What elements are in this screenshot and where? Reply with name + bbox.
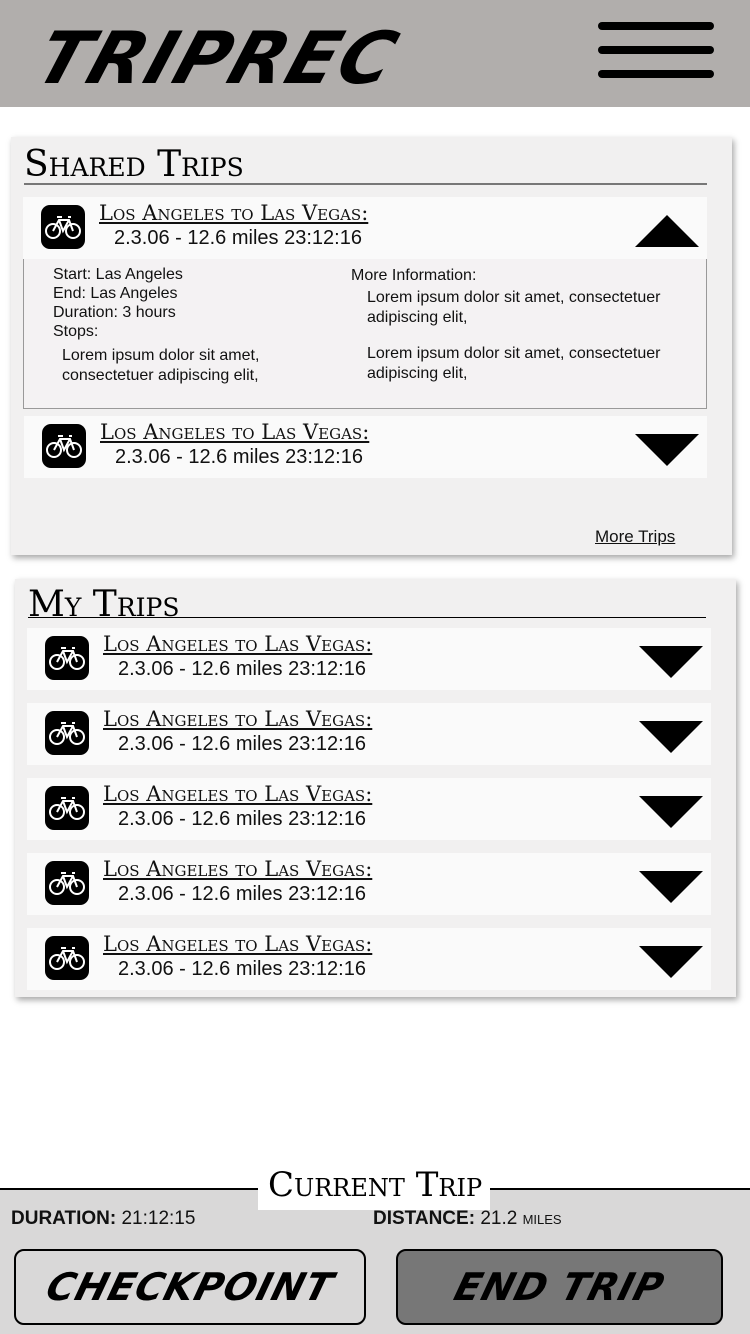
detail-info-text: Lorem ipsum dolor sit amet, consectetuer <box>367 289 661 306</box>
trip-title[interactable]: Los Angeles to Las Vegas: <box>103 932 372 956</box>
bicycle-icon <box>45 786 89 830</box>
duration-value: 21:12:15 <box>121 1208 196 1229</box>
trip-title[interactable]: Los Angeles to Las Vegas: <box>100 420 369 444</box>
trip-meta: 2.3.06 - 12.6 miles 23:12:16 <box>118 733 366 755</box>
trip-meta: 2.3.06 - 12.6 miles 23:12:16 <box>118 958 366 980</box>
detail-stops-text: Lorem ipsum dolor sit amet, <box>62 347 260 364</box>
expand-arrow-icon[interactable] <box>639 796 703 828</box>
my-trip-row[interactable]: Los Angeles to Las Vegas: 2.3.06 - 12.6 … <box>27 703 711 765</box>
end-trip-button[interactable]: END TRIP <box>396 1249 723 1325</box>
current-trip-title: Current Trip <box>268 1165 483 1205</box>
shared-trips-divider <box>24 183 707 185</box>
collapse-arrow-icon[interactable] <box>635 215 699 247</box>
detail-end: End: Las Angeles <box>53 285 178 302</box>
shared-trips-panel: Shared Trips Los Angeles to Las Vegas: 2… <box>11 137 732 555</box>
detail-info-text: Lorem ipsum dolor sit amet, consectetuer <box>367 345 661 362</box>
trip-meta: 2.3.06 - 12.6 miles 23:12:16 <box>118 808 366 830</box>
bicycle-icon <box>45 636 89 680</box>
shared-trip-expanded[interactable]: Los Angeles to Las Vegas: 2.3.06 - 12.6 … <box>23 197 707 259</box>
expand-arrow-icon[interactable] <box>639 721 703 753</box>
trip-meta: 2.3.06 - 12.6 miles 23:12:16 <box>118 658 366 680</box>
trip-title[interactable]: Los Angeles to Las Vegas: <box>103 857 372 881</box>
duration-label: DURATION: <box>11 1208 117 1229</box>
menu-bar <box>598 22 714 30</box>
my-trips-panel: My Trips Los Angeles to Las Vegas: 2.3.0… <box>15 579 736 997</box>
trip-title[interactable]: Los Angeles to Las Vegas: <box>103 632 372 656</box>
trip-title[interactable]: Los Angeles to Las Vegas: <box>103 707 372 731</box>
distance-label: DISTANCE: <box>373 1208 476 1229</box>
detail-stops-text: consectetuer adipiscing elit, <box>62 367 259 384</box>
detail-start: Start: Las Angeles <box>53 266 183 283</box>
my-trip-row[interactable]: Los Angeles to Las Vegas: 2.3.06 - 12.6 … <box>27 853 711 915</box>
trip-meta: 2.3.06 - 12.6 miles 23:12:16 <box>118 883 366 905</box>
expand-arrow-icon[interactable] <box>635 434 699 466</box>
bicycle-icon <box>42 424 86 468</box>
checkpoint-button-label: CHECKPOINT <box>41 1265 339 1309</box>
menu-bar <box>598 70 714 78</box>
shared-trip-collapsed[interactable]: Los Angeles to Las Vegas: 2.3.06 - 12.6 … <box>24 416 707 478</box>
detail-stops-label: Stops: <box>53 323 99 340</box>
my-trip-row[interactable]: Los Angeles to Las Vegas: 2.3.06 - 12.6 … <box>27 778 711 840</box>
hamburger-menu-icon[interactable] <box>598 22 714 80</box>
trip-details: Start: Las Angeles End: Las Angeles Dura… <box>23 259 707 409</box>
expand-arrow-icon[interactable] <box>639 646 703 678</box>
detail-info-text: adipiscing elit, <box>367 365 468 382</box>
my-trip-row[interactable]: Los Angeles to Las Vegas: 2.3.06 - 12.6 … <box>27 628 711 690</box>
distance-value: 21.2 miles <box>480 1208 562 1229</box>
bicycle-icon <box>45 711 89 755</box>
expand-arrow-icon[interactable] <box>639 946 703 978</box>
bicycle-icon <box>45 861 89 905</box>
bicycle-icon <box>41 205 85 249</box>
detail-more-info-label: More Information: <box>351 267 477 284</box>
distance-stat: DISTANCE: 21.2 miles <box>373 1208 562 1230</box>
app-header: TRIPREC <box>0 0 750 107</box>
trip-meta: 2.3.06 - 12.6 miles 23:12:16 <box>114 227 362 249</box>
my-trips-title: My Trips <box>28 584 180 625</box>
end-trip-button-label: END TRIP <box>449 1265 670 1309</box>
app-logo: TRIPREC <box>26 16 410 100</box>
shared-trips-title: Shared Trips <box>24 144 244 185</box>
duration-stat: DURATION: 21:12:15 <box>11 1208 195 1230</box>
menu-bar <box>598 46 714 54</box>
more-trips-link[interactable]: More Trips <box>595 527 675 547</box>
bicycle-icon <box>45 936 89 980</box>
trip-meta: 2.3.06 - 12.6 miles 23:12:16 <box>115 446 363 468</box>
detail-duration: Duration: 3 hours <box>53 304 176 321</box>
expand-arrow-icon[interactable] <box>639 871 703 903</box>
my-trips-divider <box>28 617 706 618</box>
trip-title[interactable]: Los Angeles to Las Vegas: <box>103 782 372 806</box>
checkpoint-button[interactable]: CHECKPOINT <box>14 1249 366 1325</box>
trip-title[interactable]: Los Angeles to Las Vegas: <box>99 201 368 225</box>
detail-info-text: adipiscing elit, <box>367 309 468 326</box>
my-trip-row[interactable]: Los Angeles to Las Vegas: 2.3.06 - 12.6 … <box>27 928 711 990</box>
